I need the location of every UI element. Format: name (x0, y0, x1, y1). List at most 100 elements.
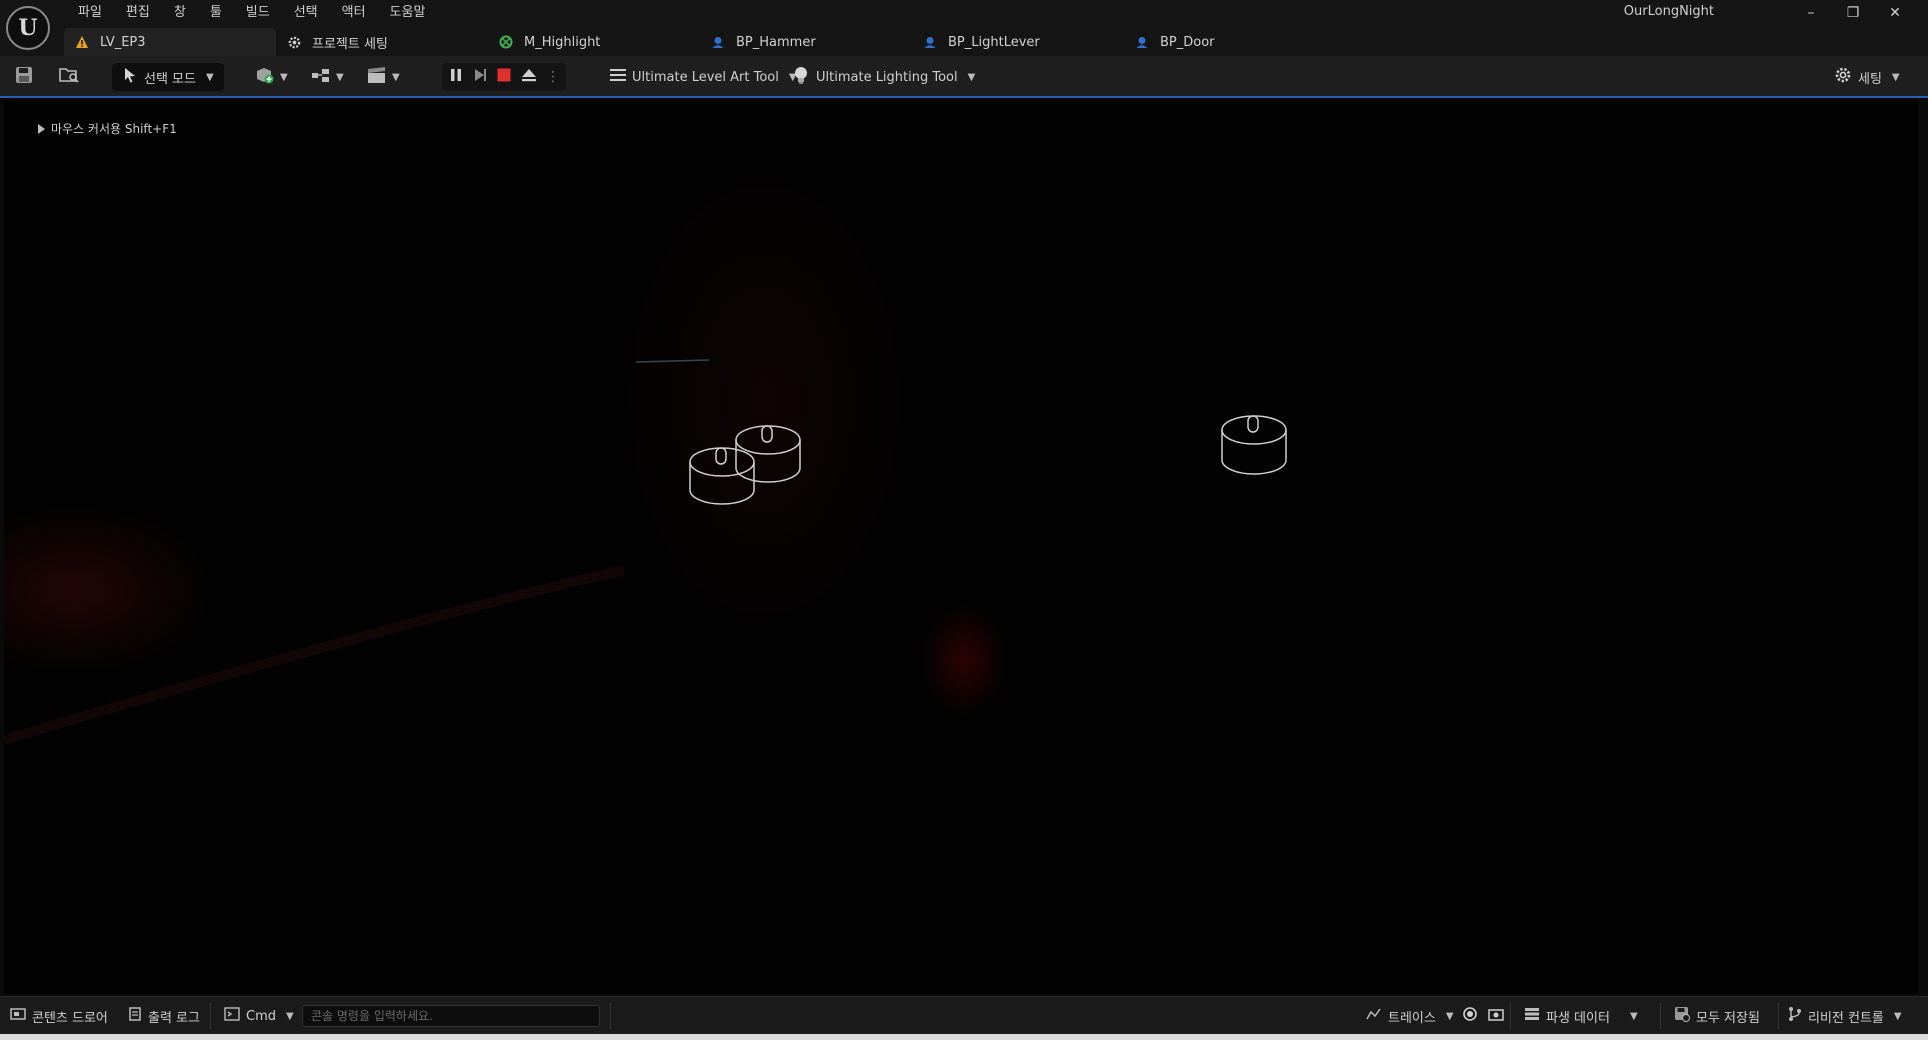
restore-button[interactable]: ❐ (1832, 0, 1874, 26)
skip-frame-button[interactable] (472, 67, 488, 87)
status-divider (1778, 1003, 1779, 1029)
eject-button[interactable] (520, 67, 538, 87)
tab-label: BP_Hammer (736, 34, 816, 50)
trace-dropdown[interactable]: 트레이스 ▼ (1366, 1005, 1454, 1027)
chevron-down-icon: ▼ (967, 71, 976, 83)
cursor-icon (122, 67, 138, 87)
lighting-tool-label: Ultimate Lighting Tool (816, 69, 958, 85)
document-tabs: LV_EP3 프로젝트 세팅 M_Highlight BP_Hammer BP_… (64, 28, 1336, 56)
output-log-button[interactable]: 출력 로그 (128, 1005, 200, 1027)
material-icon (498, 34, 514, 50)
settings-dropdown[interactable]: 세팅 ▼ (1834, 63, 1900, 91)
revision-control-label: 리비전 컨트롤 (1808, 1010, 1884, 1026)
output-log-icon (128, 1007, 142, 1025)
chevron-down-icon: ▼ (286, 1010, 294, 1022)
select-mode-dropdown[interactable]: 선택 모드 ▼ (112, 63, 224, 91)
tab-bp-hammer[interactable]: BP_Hammer (700, 28, 912, 56)
folder-search-icon (58, 65, 80, 89)
chevron-down-icon: ▼ (392, 71, 400, 83)
all-saved-label: 모두 저장됨 (1696, 1010, 1760, 1026)
ultimate-level-art-tool-dropdown[interactable]: Ultimate Level Art Tool ▼ (610, 63, 797, 91)
output-log-label: 출력 로그 (148, 1010, 200, 1026)
tab-label: LV_EP3 (100, 34, 146, 50)
audio-gizmo-icon[interactable] (689, 447, 755, 505)
level-icon (74, 34, 90, 50)
pause-button[interactable] (448, 67, 464, 87)
trace-label: 트레이스 (1388, 1010, 1436, 1026)
chevron-down-icon: ▼ (1629, 1010, 1638, 1022)
tab-label: BP_LightLever (948, 34, 1040, 50)
ultimate-lighting-tool-dropdown[interactable]: Ultimate Lighting Tool ▼ (792, 63, 975, 91)
tab-m-highlight[interactable]: M_Highlight (488, 28, 700, 56)
content-drawer-button[interactable]: 콘텐츠 드로어 (10, 1005, 108, 1027)
menu-tools[interactable]: 툴 (198, 2, 234, 24)
save-all-button[interactable]: 모두 저장됨 (1674, 1005, 1760, 1027)
tab-bp-lightlever[interactable]: BP_LightLever (912, 28, 1124, 56)
menu-select[interactable]: 선택 (282, 2, 330, 24)
derived-data-dropdown[interactable]: 파생 데이터 ▼ (1524, 1005, 1638, 1027)
chevron-down-icon: ▼ (336, 71, 344, 83)
menu-actor[interactable]: 액터 (330, 2, 378, 24)
console-command-input[interactable] (302, 1005, 600, 1027)
tab-lv-ep3[interactable]: LV_EP3 (64, 28, 276, 56)
camera-icon (1488, 1006, 1504, 1026)
menu-help[interactable]: 도움말 (378, 2, 438, 24)
select-mode-label: 선택 모드 (144, 71, 196, 87)
audio-gizmo-icon[interactable] (735, 425, 801, 483)
gear-icon (1834, 66, 1852, 88)
record-button[interactable] (1462, 1005, 1478, 1027)
tab-label: 프로젝트 세팅 (312, 36, 388, 52)
chevron-down-icon: ▼ (1893, 1010, 1902, 1022)
add-cube-icon (254, 65, 276, 89)
stop-button[interactable] (496, 67, 512, 87)
menu-window[interactable]: 창 (162, 2, 198, 24)
menu-file[interactable]: 파일 (66, 2, 114, 24)
viewport-scene (4, 359, 1287, 745)
browse-content-button[interactable] (58, 63, 80, 91)
clapperboard-icon (366, 65, 388, 89)
trace-icon (1366, 1007, 1382, 1025)
cmd-dropdown[interactable]: Cmd ▼ (224, 1005, 294, 1027)
status-divider (610, 1003, 611, 1029)
unreal-logo-icon[interactable]: U (6, 6, 50, 50)
menu-build[interactable]: 빌드 (234, 2, 282, 24)
minimize-button[interactable]: – (1790, 0, 1832, 26)
close-button[interactable]: ✕ (1874, 0, 1916, 26)
level-viewport[interactable]: 마우스 커서용 Shift+F1 (4, 100, 1918, 994)
chevron-down-icon: ▼ (205, 71, 214, 83)
tab-label: BP_Door (1160, 34, 1215, 50)
revision-control-dropdown[interactable]: 리비전 컨트롤 ▼ (1788, 1005, 1902, 1027)
chevron-down-icon: ▼ (280, 71, 288, 83)
project-name: OurLongNight (1623, 4, 1714, 19)
more-options-icon[interactable]: ⋮ (546, 69, 560, 85)
menu-bar: 파일 편집 창 툴 빌드 선택 액터 도움말 (66, 2, 437, 24)
derived-data-icon (1524, 1007, 1540, 1025)
blueprint-icon (1134, 34, 1150, 50)
art-tool-label: Ultimate Level Art Tool (632, 69, 779, 85)
chevron-down-icon: ▼ (1445, 1010, 1454, 1022)
content-drawer-icon (10, 1007, 26, 1025)
save-icon (14, 65, 34, 89)
tab-label: M_Highlight (524, 34, 601, 50)
screenshot-button[interactable] (1488, 1005, 1504, 1027)
status-divider (1660, 1003, 1661, 1029)
title-bar: U 파일 편집 창 툴 빌드 선택 액터 도움말 OurLongNight – … (0, 0, 1928, 56)
cinematics-dropdown[interactable]: ▼ (366, 63, 400, 91)
tab-project-settings[interactable]: 프로젝트 세팅 (276, 28, 488, 56)
settings-gear-icon (286, 34, 302, 50)
taskbar-strip (0, 1034, 1928, 1040)
save-button[interactable] (14, 63, 34, 91)
tab-bp-door[interactable]: BP_Door (1124, 28, 1336, 56)
content-drawer-label: 콘텐츠 드로어 (32, 1010, 108, 1026)
unreal-editor-window: U 파일 편집 창 툴 빌드 선택 액터 도움말 OurLongNight – … (0, 0, 1928, 1040)
chevron-down-icon: ▼ (1891, 71, 1900, 83)
blueprint-dropdown[interactable]: ▼ (310, 63, 344, 91)
menu-edit[interactable]: 편집 (114, 2, 162, 24)
console-icon (224, 1007, 240, 1025)
audio-gizmo-icon[interactable] (1221, 415, 1287, 475)
lightbulb-icon (792, 65, 810, 89)
main-toolbar: 선택 모드 ▼ ▼ ▼ ▼ ⋮ Ultimate Level Art Tool … (0, 56, 1928, 98)
branch-icon (1788, 1006, 1802, 1026)
derived-data-label: 파생 데이터 (1546, 1010, 1610, 1026)
add-actor-dropdown[interactable]: ▼ (254, 63, 288, 91)
